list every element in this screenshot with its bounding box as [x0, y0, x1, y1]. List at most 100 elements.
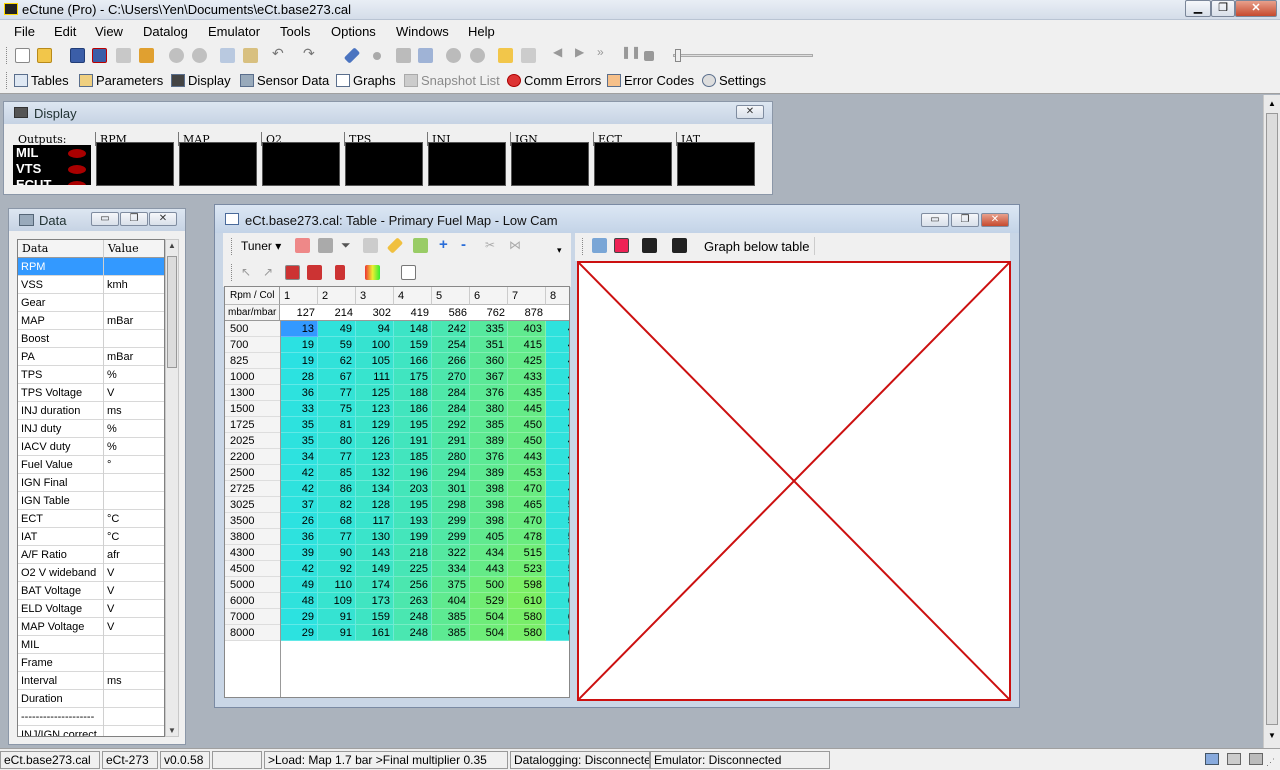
fuel-cell[interactable]: 405 — [470, 529, 508, 545]
fuel-cell[interactable]: 130 — [356, 529, 394, 545]
fuel-cell[interactable]: 385 — [432, 625, 470, 641]
fuel-cell[interactable]: 263 — [394, 593, 432, 609]
data-row[interactable]: Fuel Value ° — [18, 456, 164, 474]
scroll-thumb[interactable] — [167, 256, 177, 368]
fuel-cell[interactable]: 49 — [546, 481, 569, 497]
fuel-cell[interactable]: 529 — [470, 593, 508, 609]
data-row[interactable]: PA mBar — [18, 348, 164, 366]
fuel-cell[interactable]: 33 — [280, 401, 318, 417]
display-panel-titlebar[interactable]: Display ✕ — [4, 102, 772, 124]
fuel-cell[interactable]: 47 — [546, 449, 569, 465]
pointer2-icon[interactable]: ↗ — [263, 265, 278, 280]
rpm-axis-value[interactable]: 825 — [225, 353, 280, 369]
open-file-icon[interactable] — [37, 48, 52, 63]
menu-emulator[interactable]: Emulator — [208, 24, 260, 39]
fuel-cell[interactable]: 123 — [356, 401, 394, 417]
fuel-cell[interactable]: 504 — [470, 609, 508, 625]
toolbar-overflow-icon[interactable]: ▾ — [557, 245, 562, 256]
fuel-cell[interactable]: 68 — [318, 513, 356, 529]
fuel-cell[interactable]: 188 — [394, 385, 432, 401]
fuel-cell[interactable]: 35 — [280, 417, 318, 433]
fuel-cell[interactable]: 292 — [432, 417, 470, 433]
rpm-axis-value[interactable]: 2500 — [225, 465, 280, 481]
fuel-cell[interactable]: 173 — [356, 593, 394, 609]
data-row[interactable]: IAT °C — [18, 528, 164, 546]
open-log-icon[interactable] — [498, 48, 513, 63]
fuel-cell[interactable]: 389 — [470, 465, 508, 481]
table-view-icon[interactable] — [592, 238, 607, 253]
edit-cells-icon[interactable] — [413, 238, 428, 253]
fuel-cell[interactable]: 36 — [280, 529, 318, 545]
maximize-button[interactable]: ❐ — [1211, 0, 1235, 17]
data-restore-button[interactable]: ❐ — [120, 212, 148, 226]
fuel-cell[interactable]: 199 — [394, 529, 432, 545]
chip-compare-icon[interactable] — [192, 48, 207, 63]
fuel-cell[interactable]: 75 — [318, 401, 356, 417]
fuel-cell[interactable]: 504 — [470, 625, 508, 641]
data-row[interactable]: MAP Voltage V — [18, 618, 164, 636]
data-row[interactable]: Duration — [18, 690, 164, 708]
scroll-thumb[interactable] — [1266, 113, 1278, 725]
scroll-down-icon[interactable]: ▼ — [168, 726, 176, 735]
column-index-header[interactable]: 5 — [432, 287, 470, 305]
fuel-cell[interactable]: 610 — [508, 593, 546, 609]
fuel-cell[interactable]: 91 — [318, 625, 356, 641]
fuel-cell[interactable]: 94 — [356, 321, 394, 337]
data-row[interactable]: INJ/IGN correct — [18, 726, 164, 736]
save-as-icon[interactable] — [92, 48, 107, 63]
fuel-cell[interactable]: 42 — [280, 561, 318, 577]
fuel-cell[interactable]: 218 — [394, 545, 432, 561]
color-scale-icon[interactable] — [365, 265, 380, 280]
increase-icon[interactable]: + — [439, 236, 448, 253]
rpm-axis-value[interactable]: 3800 — [225, 529, 280, 545]
fuel-cell[interactable]: 59 — [318, 337, 356, 353]
data-scrollbar[interactable]: ▲ ▼ — [165, 239, 179, 737]
fuel-cell[interactable]: 242 — [432, 321, 470, 337]
fuel-cell[interactable]: 186 — [394, 401, 432, 417]
fuel-cell[interactable]: 39 — [280, 545, 318, 561]
fuel-cell[interactable]: 46 — [546, 353, 569, 369]
fuel-cell[interactable]: 90 — [318, 545, 356, 561]
data-row[interactable]: INJ duty% — [18, 420, 164, 438]
fuel-cell[interactable]: 335 — [470, 321, 508, 337]
fast-forward-icon[interactable]: » — [597, 45, 612, 60]
fuel-cell[interactable]: 80 — [318, 433, 356, 449]
data-row[interactable]: TPS Voltage V — [18, 384, 164, 402]
rpm-axis-value[interactable]: 4300 — [225, 545, 280, 561]
data-row[interactable]: INJ duration ms — [18, 402, 164, 420]
rpm-axis-value[interactable]: 1725 — [225, 417, 280, 433]
graphs-button[interactable]: Graphs — [336, 73, 396, 88]
fuel-cell[interactable]: 470 — [508, 481, 546, 497]
fuel-cell[interactable]: 523 — [508, 561, 546, 577]
fuel-cell[interactable]: 174 — [356, 577, 394, 593]
chip-icon[interactable] — [169, 48, 184, 63]
fuel-cell[interactable]: 49 — [546, 465, 569, 481]
fuel-cell[interactable]: 109 — [318, 593, 356, 609]
rpm-axis-value[interactable]: 500 — [225, 321, 280, 337]
marker-dropdown-icon[interactable] — [335, 265, 345, 280]
fuel-cell[interactable]: 580 — [508, 609, 546, 625]
fuel-cell[interactable]: 470 — [508, 513, 546, 529]
fuel-cell[interactable]: 433 — [508, 369, 546, 385]
fuel-cell[interactable]: 149 — [356, 561, 394, 577]
settings-button[interactable]: Settings — [702, 73, 766, 88]
table-close-button[interactable]: ✕ — [981, 213, 1009, 227]
log-position-slider[interactable] — [673, 49, 813, 62]
map-axis-value[interactable]: 214 — [318, 305, 356, 321]
pause-icon[interactable]: ❚❚ — [621, 45, 641, 60]
fuel-cell[interactable]: 19 — [280, 353, 318, 369]
fuel-cell[interactable]: 280 — [432, 449, 470, 465]
rpm-axis-value[interactable]: 4500 — [225, 561, 280, 577]
fuel-cell[interactable]: 125 — [356, 385, 394, 401]
fuel-cell[interactable]: 62 — [546, 609, 569, 625]
fuel-cell[interactable]: 52 — [546, 529, 569, 545]
log-table-icon[interactable] — [418, 48, 433, 63]
map-axis-value[interactable]: 586 — [432, 305, 470, 321]
fuel-cell[interactable]: 52 — [546, 513, 569, 529]
fuel-cell[interactable]: 49 — [318, 321, 356, 337]
fuel-cell[interactable]: 56 — [546, 561, 569, 577]
scroll-down-icon[interactable]: ▼ — [1268, 731, 1276, 740]
fuel-cell[interactable]: 129 — [356, 417, 394, 433]
resize-grip-icon[interactable]: ⋰ — [1266, 757, 1275, 768]
fuel-cell[interactable]: 380 — [470, 401, 508, 417]
